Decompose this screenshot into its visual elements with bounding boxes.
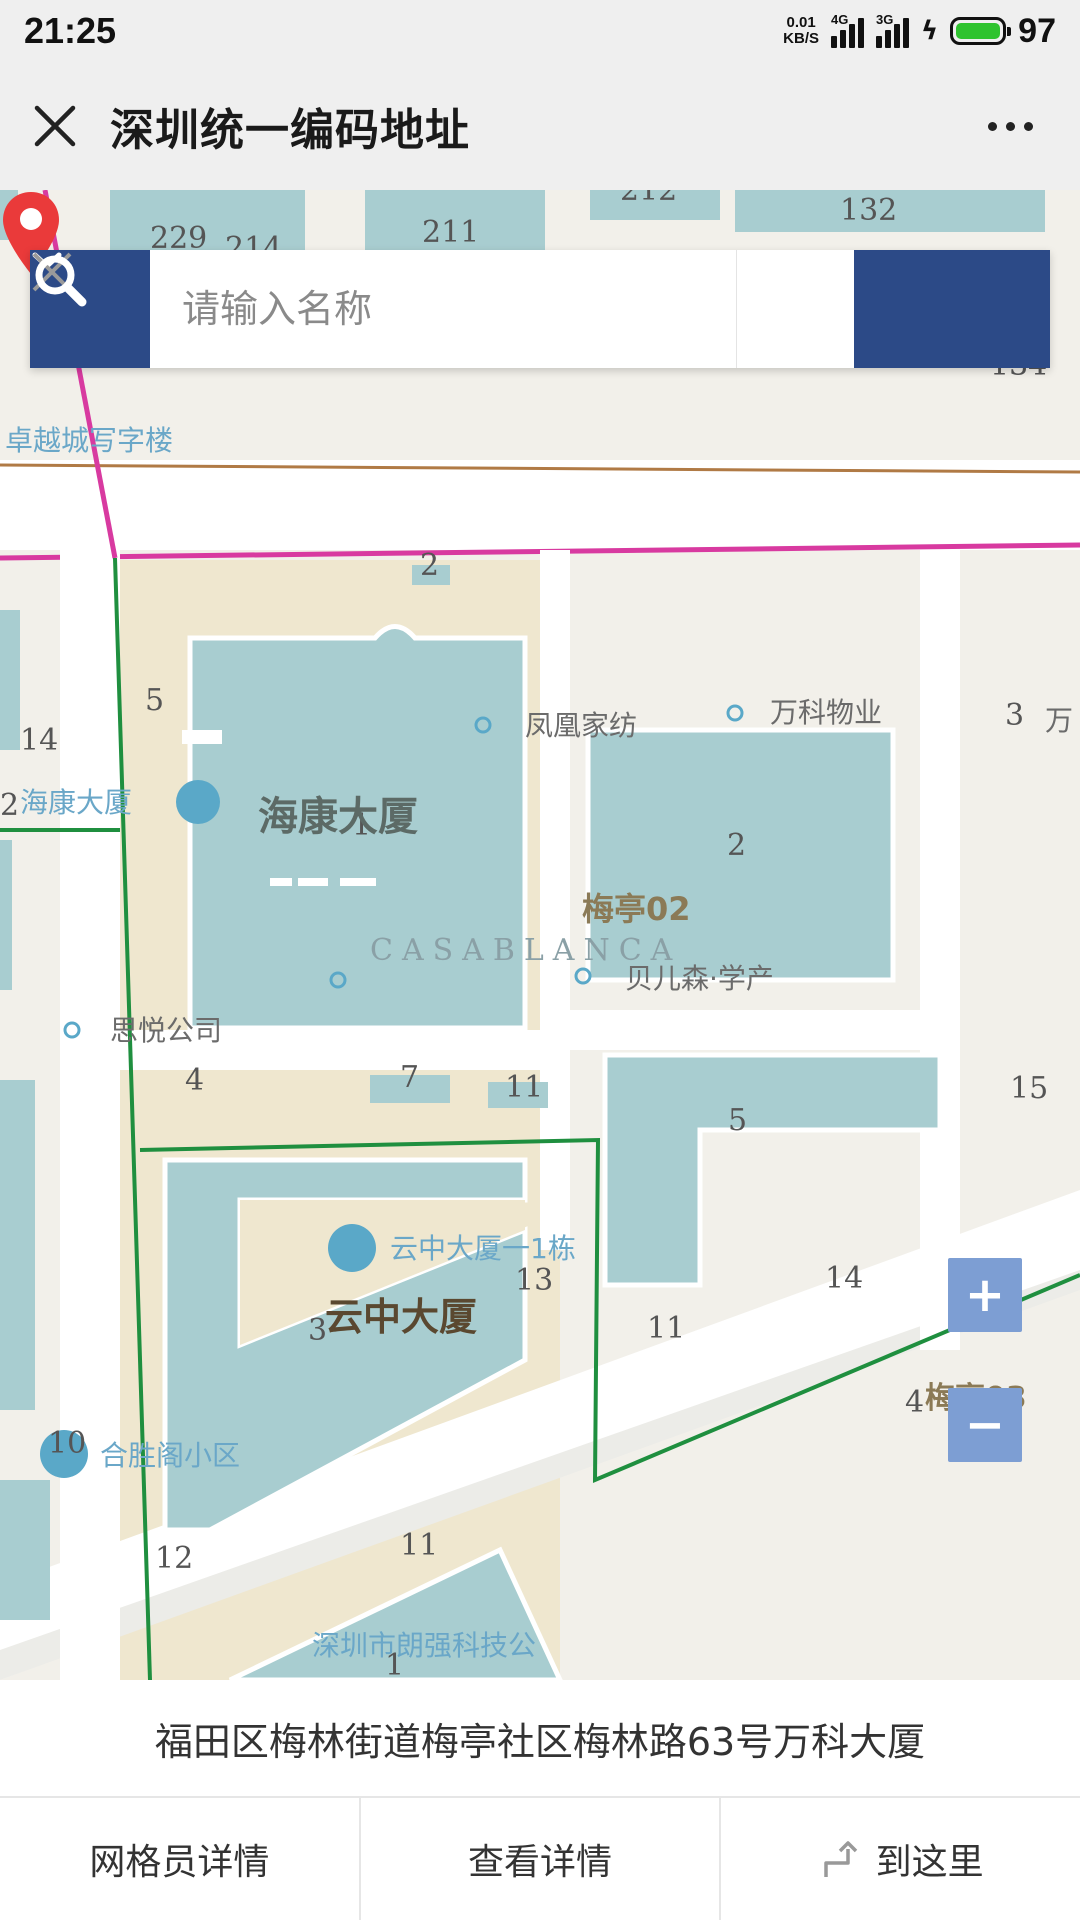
network-speed-value: 0.01 <box>786 14 816 31</box>
map-poi-label: 深圳市朗强科技公 <box>312 1629 536 1662</box>
battery-level: 97 <box>1018 11 1056 50</box>
status-icons: 0.01 KB/S 4G 3G ϟ 97 <box>783 12 1056 51</box>
map-label: 10 <box>48 1426 86 1461</box>
map-label: 2 <box>727 828 746 863</box>
building-label-yunzhong: 云中大厦 <box>325 1295 477 1339</box>
map-poi-label: 万 <box>1045 704 1073 737</box>
view-details-label: 查看详情 <box>468 1842 613 1883</box>
zoom-in-button[interactable]: + <box>948 1258 1022 1332</box>
status-bar: 21:25 0.01 KB/S 4G 3G ϟ 97 <box>0 0 1080 62</box>
network-speed-unit: KB/S <box>783 30 820 47</box>
map-label: 5 <box>728 1103 747 1138</box>
route-icon <box>823 1841 857 1877</box>
address-text: 福田区梅林街道梅亭社区梅林路63号万科大厦 <box>0 1680 1080 1798</box>
view-details-button[interactable]: 查看详情 <box>358 1798 720 1920</box>
more-dot-icon <box>1023 121 1033 131</box>
map-label: 4 <box>905 1385 924 1420</box>
map-label-casablanca: CASABLANCA <box>370 933 681 968</box>
map-poi-label: 凤凰家纺 <box>525 709 637 742</box>
charging-icon: ϟ <box>921 16 939 46</box>
grid-officer-details-button[interactable]: 网格员详情 <box>0 1798 359 1920</box>
map-canvas: 132 212 229 214 211 134 2 5 14 2 1 3 2 4… <box>0 190 1080 1680</box>
status-time: 21:25 <box>24 10 117 51</box>
map-label: 3 <box>1005 698 1024 733</box>
clear-search-button[interactable] <box>32 250 854 368</box>
map-label: 212 <box>620 190 677 208</box>
signal-4g-label: 4G <box>831 12 849 27</box>
map-label: 2 <box>0 788 19 823</box>
map-poi-label: 思悦公司 <box>110 1014 222 1047</box>
building-label-meiting02: 梅亭02 <box>582 890 691 928</box>
search-bar <box>30 250 1050 368</box>
title-bar: 深圳统一编码地址 <box>0 62 1080 190</box>
map-poi-label: 合胜阁小区 <box>100 1439 240 1472</box>
action-bar: 网格员详情 查看详情 到这里 <box>0 1798 1080 1920</box>
map-label: 11 <box>400 1528 438 1563</box>
battery-icon <box>950 17 1012 45</box>
signal-3g-icon: 3G <box>876 12 910 48</box>
network-speed: 0.01 KB/S <box>783 15 819 47</box>
map-label: 12 <box>155 1541 193 1576</box>
map-poi-label: 海康大厦 <box>20 786 132 819</box>
map-label: 11 <box>505 1070 543 1105</box>
map-poi-label: 云中大厦一1栋 <box>390 1232 576 1265</box>
map-label: 211 <box>422 215 479 250</box>
map-label: 7 <box>400 1060 419 1095</box>
search-button[interactable] <box>35 250 1050 368</box>
map-label: 2 <box>420 548 439 583</box>
signal-4g-icon: 4G <box>831 12 865 48</box>
navigate-here-label: 到这里 <box>875 1842 984 1883</box>
map-label: 13 <box>515 1263 553 1298</box>
more-dot-icon <box>987 121 997 131</box>
map-label: 5 <box>145 683 164 718</box>
page-title: 深圳统一编码地址 <box>110 105 470 156</box>
close-button[interactable] <box>0 62 110 190</box>
zoom-out-button[interactable]: − <box>948 1388 1022 1462</box>
search-icon <box>35 255 87 307</box>
map-label: 14 <box>20 723 58 758</box>
map-label: 14 <box>825 1261 863 1296</box>
map-label: 132 <box>840 193 897 228</box>
more-dot-icon <box>1005 121 1015 131</box>
map-poi-label: 卓越城写字楼 <box>5 424 173 457</box>
signal-3g-label: 3G <box>876 12 894 27</box>
map-label: 11 <box>647 1311 685 1346</box>
close-icon <box>34 105 76 147</box>
map-label: 4 <box>185 1063 204 1098</box>
navigate-here-button[interactable]: 到这里 <box>719 1798 1080 1920</box>
map-poi-label: 万科物业 <box>770 696 882 729</box>
grid-officer-details-label: 网格员详情 <box>89 1842 270 1883</box>
building-label-haikang: 海康大厦 <box>258 794 418 840</box>
more-button[interactable] <box>974 102 1046 150</box>
search-input[interactable] <box>150 250 736 368</box>
map-label: 15 <box>1010 1071 1048 1106</box>
map-view[interactable]: 132 212 229 214 211 134 2 5 14 2 1 3 2 4… <box>0 190 1080 1680</box>
